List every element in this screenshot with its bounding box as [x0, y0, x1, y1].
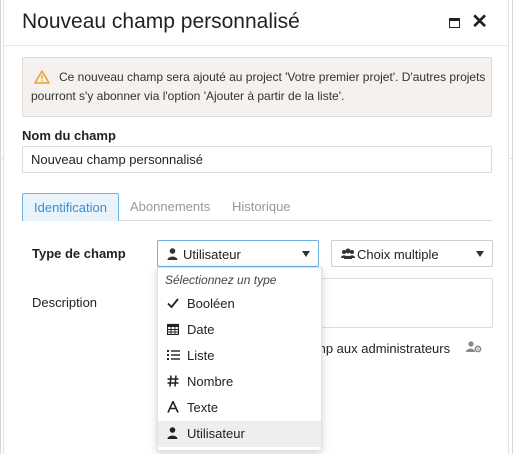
selection-mode-value: Choix multiple: [357, 247, 439, 262]
dropdown-item-text[interactable]: Texte: [158, 395, 321, 421]
tab-identification[interactable]: Identification: [22, 193, 119, 221]
dropdown-item-label: Texte: [187, 400, 219, 415]
hash-icon: [167, 375, 179, 387]
dropdown-item-label: Utilisateur: [187, 426, 245, 441]
field-type-label: Type de champ: [32, 246, 126, 261]
dropdown-item-label: Booléen: [187, 296, 235, 311]
tab-history[interactable]: Historique: [232, 193, 291, 221]
close-icon[interactable]: ✕: [471, 12, 488, 32]
maximize-icon[interactable]: [449, 18, 460, 28]
selection-mode-select[interactable]: Choix multiple: [331, 240, 493, 267]
description-label: Description: [32, 295, 98, 310]
user-icon: [167, 248, 178, 260]
dropdown-item-number[interactable]: Nombre: [158, 369, 321, 395]
dropdown-item-label: Date: [187, 322, 215, 337]
warning-banner: Ce nouveau champ sera ajouté au project …: [22, 57, 492, 117]
user-icon: [167, 427, 178, 439]
dropdown-item-label: Liste: [187, 348, 215, 363]
dropdown-item-list[interactable]: Liste: [158, 343, 321, 369]
custom-field-dialog: Nouveau champ personnalisé ✕ Ce nouveau …: [3, 0, 509, 454]
check-icon: [167, 298, 179, 309]
dropdown-item-user[interactable]: Utilisateur: [158, 421, 321, 447]
calendar-icon: [167, 323, 179, 335]
dropdown-item-label: Nombre: [187, 374, 234, 389]
admin-option-label: mp aux administrateurs: [315, 341, 451, 356]
chevron-down-icon: [476, 251, 484, 257]
field-type-dropdown: Sélectionnez un type Booléen Date Liste …: [157, 267, 322, 451]
backdrop-edge: [0, 0, 1, 454]
dropdown-item-boolean[interactable]: Booléen: [158, 291, 321, 317]
text-icon: [167, 401, 179, 413]
dialog-header: Nouveau champ personnalisé ✕: [4, 0, 508, 46]
chevron-down-icon: [302, 251, 310, 257]
warning-text: Ce nouveau champ sera ajouté au project …: [31, 70, 486, 103]
field-name-label: Nom du champ: [22, 128, 116, 143]
users-icon: [341, 248, 355, 259]
dialog-title: Nouveau champ personnalisé: [22, 10, 300, 33]
field-name-input[interactable]: [22, 146, 492, 173]
dropdown-header: Sélectionnez un type: [165, 273, 277, 287]
tab-bar: Identification Abonnements Historique: [22, 193, 492, 221]
user-cog-icon[interactable]: [466, 341, 482, 353]
tab-subscriptions[interactable]: Abonnements: [130, 193, 210, 221]
field-type-select[interactable]: Utilisateur: [157, 240, 319, 267]
dropdown-item-date[interactable]: Date: [158, 317, 321, 343]
list-icon: [167, 350, 180, 360]
field-type-value: Utilisateur: [183, 247, 241, 262]
